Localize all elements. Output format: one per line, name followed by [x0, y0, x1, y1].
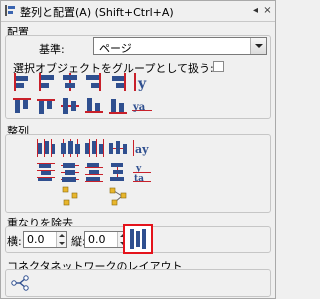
horizontal-gap-label: 横: — [7, 235, 22, 248]
panel-title: 整列と配置(A) (Shift+Ctrl+A) — [20, 6, 174, 19]
align-bottom-edges-icon[interactable] — [83, 95, 105, 117]
align-left-edges-icon[interactable] — [35, 71, 57, 93]
align-bottom-to-top-anchor-icon[interactable] — [11, 95, 33, 117]
distribute-left-edges-icon[interactable] — [35, 137, 57, 159]
distribute-right-edges-icon[interactable] — [83, 137, 105, 159]
align-top-to-bottom-anchor-icon[interactable] — [107, 95, 129, 117]
center-on-horizontal-axis-icon[interactable] — [59, 95, 81, 117]
panel-close-button[interactable]: × — [262, 5, 273, 16]
distribute-horizontal-gaps-icon[interactable] — [107, 137, 129, 159]
vertical-gap-spinbox[interactable]: 0.0 — [84, 231, 128, 248]
distribute-vertical-gaps-icon[interactable] — [107, 161, 129, 183]
svg-text:ya: ya — [132, 102, 146, 113]
align-right-edges-icon[interactable] — [83, 71, 105, 93]
align-distribute-panel: 整列と配置(A) (Shift+Ctrl+A) ◂ × 配置 基準: ページ 選… — [0, 0, 276, 299]
remove-overlaps-icon — [130, 229, 146, 249]
distribute-bottom-edges-icon[interactable] — [83, 161, 105, 183]
basis-label: 基準: — [39, 43, 65, 56]
center-on-vertical-axis-icon[interactable] — [59, 71, 81, 93]
unclump-objects-icon[interactable] — [107, 185, 129, 207]
basis-select[interactable]: ページ — [93, 37, 267, 55]
distribute-centers-horizontally-icon[interactable] — [59, 137, 81, 159]
randomize-positions-icon[interactable] — [59, 185, 81, 207]
align-baseline-anchor-text-icon[interactable]: y — [131, 71, 153, 93]
align-panel-icon — [5, 5, 15, 16]
distribute-top-edges-icon[interactable] — [35, 161, 57, 183]
remove-overlaps-button[interactable] — [123, 224, 153, 254]
arrange-connector-network-icon[interactable] — [9, 272, 31, 294]
basis-select-value: ページ — [99, 42, 132, 55]
distribute-centers-vertically-icon[interactable] — [59, 161, 81, 183]
panel-menu-button[interactable]: ◂ — [250, 5, 261, 16]
svg-text:ay: ay — [135, 143, 149, 156]
align-left-to-right-anchor-icon[interactable] — [107, 71, 129, 93]
distribute-anchors-text-icon[interactable]: ay — [131, 137, 153, 159]
horizontal-gap-spinbox[interactable]: 0.0 — [23, 231, 67, 248]
svg-text:y: y — [137, 76, 147, 92]
treat-as-group-checkbox[interactable] — [213, 61, 224, 72]
align-right-to-left-anchor-icon[interactable] — [11, 71, 33, 93]
distribute-baselines-text-icon[interactable]: y ta — [131, 161, 153, 183]
connector-frame — [5, 269, 271, 297]
vertical-gap-value: 0.0 — [88, 233, 106, 246]
align-top-edges-icon[interactable] — [35, 95, 57, 117]
spin-arrows-icon[interactable] — [56, 232, 66, 247]
chevron-down-icon[interactable] — [250, 38, 266, 54]
align-text-baseline-icon[interactable]: ya — [131, 95, 153, 117]
horizontal-gap-value: 0.0 — [27, 233, 45, 246]
panel-titlebar: 整列と配置(A) (Shift+Ctrl+A) ◂ × — [1, 1, 275, 22]
